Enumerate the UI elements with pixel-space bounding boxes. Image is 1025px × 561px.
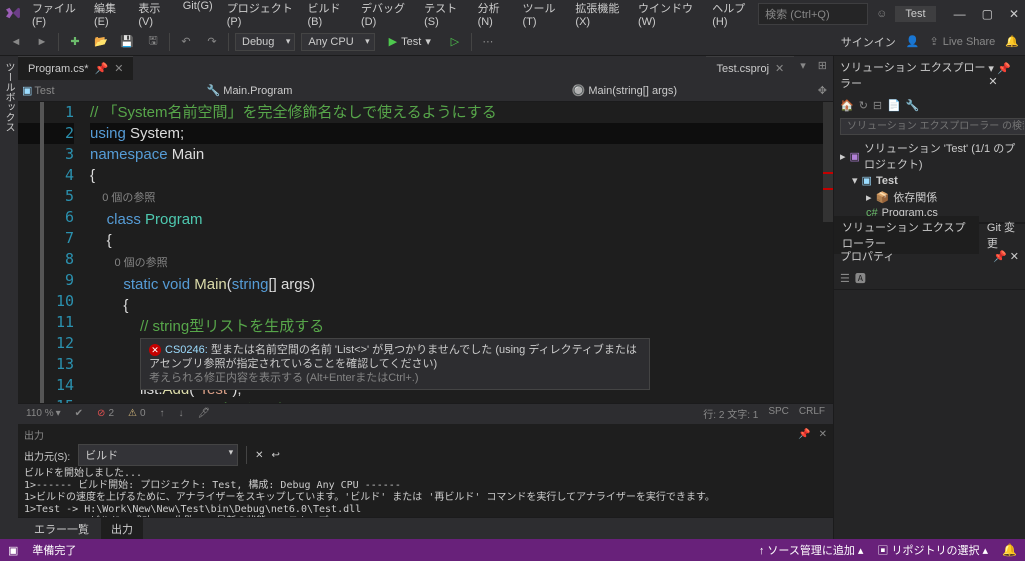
account-icon[interactable]: 👤 — [906, 35, 920, 48]
pin-icon[interactable]: 📌 — [997, 63, 1011, 75]
save-icon[interactable]: 💾 — [117, 32, 137, 52]
properties-icon[interactable]: 🔧 — [906, 99, 920, 112]
namespace-dropdown[interactable]: 🔧 Main.Program — [62, 82, 437, 99]
status-bar: ▣ 準備完了 ↑ ソース管理に追加 ▴ ▣ リポジトリの選択 ▴ 🔔 — [0, 539, 1025, 561]
solution-explorer-title: ソリューション エクスプローラー ▾ 📌 ✕ — [834, 56, 1025, 94]
main-area: ツールボックス Program.cs*📌✕ Test.csproj✕ ▾ ⊞ ▣… — [0, 56, 1025, 539]
split-editor-icon[interactable]: ✥ — [812, 84, 833, 97]
maximize-button[interactable]: ▢ — [982, 7, 993, 21]
solution-title: Test — [895, 6, 935, 22]
health-icon[interactable]: ✔ — [75, 408, 83, 419]
platform-dropdown[interactable]: Any CPU — [301, 33, 374, 51]
output-source-dropdown[interactable]: ビルド — [78, 444, 238, 466]
close-button[interactable]: ✕ — [1009, 7, 1019, 21]
wrap-icon[interactable]: ↩ — [272, 450, 280, 461]
nav-next-icon[interactable]: ↓ — [179, 408, 184, 419]
nav-back-icon[interactable]: ◄ — [6, 32, 26, 52]
close-icon[interactable]: ✕ — [819, 429, 827, 440]
notifications-icon[interactable]: 🔔 — [1002, 543, 1017, 557]
save-all-icon[interactable]: 🖫 — [143, 32, 163, 52]
close-tab-icon[interactable]: ✕ — [775, 62, 784, 75]
deps-node[interactable]: ▸📦依存関係 — [838, 188, 1021, 206]
window-split-icon[interactable]: ⊞ — [812, 56, 833, 80]
project-node[interactable]: ▾▣Test — [838, 173, 1021, 188]
pin-icon[interactable]: 📌 — [798, 429, 810, 440]
output-panel: 出力 📌 ✕ 出力元(S): ビルド ✕ ↩ ビルドを開始しました... 1>--… — [18, 423, 833, 517]
nav-prev-icon[interactable]: ↑ — [160, 408, 165, 419]
toolbox-tab[interactable]: ツールボックス — [0, 56, 18, 539]
categorize-icon[interactable]: ☰ — [840, 272, 850, 285]
share-icon: ⇪ — [929, 35, 938, 48]
sign-in-link[interactable]: サインイン — [841, 34, 896, 50]
solution-search-input[interactable] — [840, 118, 1025, 135]
notifications-icon[interactable]: 🔔 — [1005, 35, 1019, 48]
close-icon[interactable]: ✕ — [988, 76, 997, 88]
properties-title: プロパティ 📌 ✕ — [834, 245, 1025, 267]
editor-statusbar: 110 % ▾ ✔ ⊘2 ⚠0 ↑ ↓ 🖋 行: 2 文字: 1 SPC CRL… — [18, 403, 833, 423]
solution-tree[interactable]: ▸▣ソリューション 'Test' (1/1 のプロジェクト) ▾▣Test ▸📦… — [834, 137, 1025, 222]
right-panel: ソリューション エクスプローラー ▾ 📌 ✕ 🏠 ↻ ⊟ 📄 🔧 ▸▣ソリューシ… — [833, 56, 1025, 539]
line-ending[interactable]: CRLF — [799, 406, 825, 421]
feedback-icon[interactable]: ☺ — [876, 8, 887, 20]
run-no-debug-icon[interactable]: ▷ — [445, 32, 465, 52]
status-ready-icon: ▣ — [8, 544, 18, 557]
new-item-icon[interactable]: ✚ — [65, 32, 85, 52]
close-tab-icon[interactable]: ✕ — [114, 62, 123, 75]
output-title: 出力 — [24, 427, 44, 442]
document-tabs: Program.cs*📌✕ Test.csproj✕ ▾ ⊞ — [18, 56, 833, 80]
home-icon[interactable]: 🏠 — [840, 99, 854, 112]
error-count[interactable]: ⊘2 — [97, 408, 114, 419]
global-search-input[interactable]: 検索 (Ctrl+Q) — [758, 3, 868, 25]
build-icon[interactable]: 🖋 — [198, 408, 211, 419]
bottom-tab[interactable]: 出力 — [101, 518, 143, 540]
title-bar: ファイル(F)編集(E)表示(V)Git(G)プロジェクト(P)ビルド(B)デバ… — [0, 0, 1025, 28]
output-source-label: 出力元(S): — [24, 448, 70, 463]
collapse-icon[interactable]: ⊟ — [873, 99, 882, 112]
solution-explorer-toolbar: 🏠 ↻ ⊟ 📄 🔧 — [834, 94, 1025, 116]
pin-icon[interactable]: 📌 — [95, 62, 109, 75]
start-debug-button[interactable]: ▶Test▾ — [381, 33, 439, 50]
navigation-bar: ▣Test 🔧 Main.Program 🔘 Main(string[] arg… — [18, 80, 833, 102]
alpha-icon[interactable]: 🅰 — [855, 270, 866, 286]
undo-icon[interactable]: ↶ — [176, 32, 196, 52]
tb-icon[interactable]: ⋯ — [478, 32, 498, 52]
repo-select[interactable]: ▣ リポジトリの選択 ▴ — [877, 542, 988, 558]
output-text[interactable]: ビルドを開始しました... 1>------ ビルド開始: プロジェクト: Te… — [18, 466, 833, 517]
indent-mode[interactable]: SPC — [768, 406, 789, 421]
scrollbar-minimap[interactable] — [823, 102, 833, 403]
play-icon: ▶ — [389, 35, 397, 48]
close-icon[interactable]: ✕ — [1010, 251, 1019, 263]
tab-overflow-icon[interactable]: ▾ — [794, 56, 812, 80]
live-share-button[interactable]: ⇪Live Share — [929, 35, 995, 48]
nav-forward-icon[interactable]: ► — [32, 32, 52, 52]
redo-icon[interactable]: ↷ — [202, 32, 222, 52]
warning-count[interactable]: ⚠0 — [128, 408, 146, 419]
show-all-icon[interactable]: 📄 — [887, 99, 901, 112]
window-controls: — ▢ ✕ — [954, 7, 1019, 21]
csproj-icon: ▣ — [22, 84, 32, 97]
pin-icon[interactable]: 📌 — [993, 251, 1007, 263]
add-to-source-control[interactable]: ↑ ソース管理に追加 ▴ — [759, 542, 864, 558]
config-dropdown[interactable]: Debug — [235, 33, 295, 51]
error-tooltip: ✕CS0246: 型または名前空間の名前 'List<>' が見つかりませんでし… — [140, 338, 650, 390]
error-icon: ✕ — [149, 344, 161, 356]
document-tab-right[interactable]: Test.csproj✕ — [706, 56, 794, 80]
zoom-dropdown[interactable]: 110 % ▾ — [26, 408, 61, 419]
vs-logo-icon — [6, 6, 20, 22]
minimize-button[interactable]: — — [954, 7, 966, 21]
clear-output-icon[interactable]: ✕ — [255, 450, 263, 461]
cursor-position: 行: 2 文字: 1 — [703, 406, 758, 421]
panel-dropdown-icon[interactable]: ▾ — [988, 63, 994, 75]
bottom-tab[interactable]: エラー一覧 — [24, 518, 99, 540]
solution-node[interactable]: ▸▣ソリューション 'Test' (1/1 のプロジェクト) — [838, 139, 1021, 173]
status-ready: 準備完了 — [32, 542, 76, 558]
document-tab-active[interactable]: Program.cs*📌✕ — [18, 56, 133, 80]
member-dropdown[interactable]: 🔘 Main(string[] args) — [437, 82, 812, 99]
sync-icon[interactable]: ↻ — [859, 99, 868, 112]
code-editor[interactable]: 123456789101112131415161718 ✕CS0246: 型また… — [18, 102, 833, 403]
bottom-tool-tabs: エラー一覧出力 — [18, 517, 833, 539]
main-toolbar: ◄ ► ✚ 📂 💾 🖫 ↶ ↷ Debug Any CPU ▶Test▾ ▷ ⋯… — [0, 28, 1025, 56]
open-icon[interactable]: 📂 — [91, 32, 111, 52]
